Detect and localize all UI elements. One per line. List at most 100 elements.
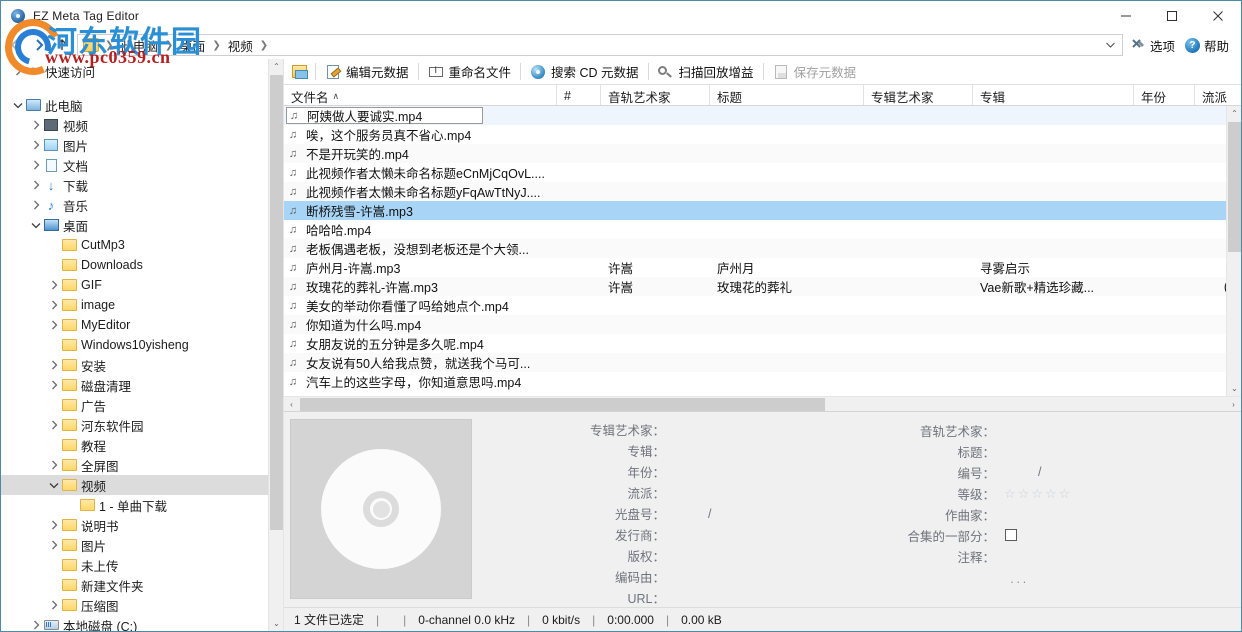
file-list-hscroll-thumb[interactable] — [300, 398, 825, 411]
tree-node-视频[interactable]: 视频 — [1, 115, 283, 135]
file-list-hscrollbar[interactable]: ‹ › — [284, 396, 1241, 411]
rename-file-button[interactable]: 重命名文件 — [425, 61, 515, 82]
options-button[interactable]: 选项 — [1127, 34, 1179, 57]
album-art-placeholder[interactable] — [290, 419, 472, 599]
chevron-right-icon[interactable] — [47, 300, 61, 310]
rename-input[interactable]: ♫阿姨做人要诚实.mp4 — [286, 107, 483, 124]
sidebar-scroll-thumb[interactable] — [270, 75, 283, 530]
chevron-down-icon[interactable] — [47, 482, 61, 489]
breadcrumb-item-2[interactable]: 视频 — [223, 36, 258, 55]
file-list-scroll-down-button[interactable]: ⌄ — [1227, 381, 1241, 396]
table-row[interactable]: ♫老板偶遇老板，没想到老板还是个大领... — [284, 239, 1241, 258]
close-button[interactable] — [1195, 1, 1241, 31]
table-row[interactable]: ♫哈哈哈.mp4 — [284, 220, 1241, 239]
chevron-right-icon[interactable] — [29, 140, 43, 150]
file-list-vscrollbar[interactable]: ⌃ ⌄ — [1226, 106, 1241, 396]
tree-node-image[interactable]: image — [1, 295, 283, 315]
chevron-right-icon[interactable] — [47, 420, 61, 430]
tree-node-说明书[interactable]: 说明书 — [1, 515, 283, 535]
file-list-scroll-left-button[interactable]: ‹ — [284, 397, 299, 412]
table-row[interactable]: ♫玫瑰花的葬礼-许嵩.mp3许嵩玫瑰花的葬礼Vae新歌+精选珍藏...(0) — [284, 277, 1241, 296]
tree-node-新建文件夹[interactable]: 新建文件夹 — [1, 575, 283, 595]
address-dropdown-icon[interactable] — [1102, 40, 1120, 50]
column-header-文件名[interactable]: 文件名∧ — [284, 85, 557, 105]
tree-node-CutMp3[interactable]: CutMp3 — [1, 235, 283, 255]
tree-node-磁盘清理[interactable]: 磁盘清理 — [1, 375, 283, 395]
rating-stars[interactable]: ☆☆☆☆☆ — [1000, 487, 1070, 500]
help-button[interactable]: ? 帮助 — [1181, 34, 1233, 57]
tree-node-Downloads[interactable]: Downloads — [1, 255, 283, 275]
tree-node-Windows10yisheng[interactable]: Windows10yisheng — [1, 335, 283, 355]
sidebar-scroll-up-button[interactable]: ⌃ — [269, 59, 284, 74]
breadcrumb-item-0[interactable]: 此电脑 — [115, 36, 163, 55]
search-cd-metadata-button[interactable]: 搜索 CD 元数据 — [527, 61, 642, 82]
metadata-value[interactable]: / — [1000, 465, 1041, 479]
tree-node-图片[interactable]: 图片 — [1, 535, 283, 555]
tree-node-图片[interactable]: 图片 — [1, 135, 283, 155]
more-fields-button[interactable]: ··· — [820, 567, 1070, 589]
tree-node-下载[interactable]: ↓下载 — [1, 175, 283, 195]
save-metadata-button[interactable]: 保存元数据 — [770, 61, 860, 82]
tree-node-河东软件园[interactable]: 河东软件园 — [1, 415, 283, 435]
tree-node-音乐[interactable]: ♪音乐 — [1, 195, 283, 215]
chevron-right-icon[interactable] — [29, 120, 43, 130]
breadcrumb-item-1[interactable]: 桌面 — [175, 36, 210, 55]
column-header-流派[interactable]: 流派 — [1195, 85, 1242, 105]
minimize-button[interactable] — [1103, 1, 1149, 31]
star-icon[interactable]: ☆ — [1018, 487, 1030, 500]
tree-node-文档[interactable]: 文档 — [1, 155, 283, 175]
tree-node-MyEditor[interactable]: MyEditor — [1, 315, 283, 335]
breadcrumb-folder-icon[interactable] — [83, 38, 99, 52]
column-header-年份[interactable]: 年份 — [1134, 85, 1195, 105]
chevron-down-icon[interactable] — [29, 222, 43, 229]
metadata-value[interactable]: / — [670, 507, 711, 521]
chevron-right-icon[interactable] — [29, 160, 43, 170]
table-row[interactable]: ♫你知道为什么吗.mp4 — [284, 315, 1241, 334]
chevron-down-icon[interactable] — [11, 102, 25, 109]
chevron-right-icon[interactable] — [47, 460, 61, 470]
tree-node-安装[interactable]: 安装 — [1, 355, 283, 375]
chevron-right-icon[interactable] — [47, 380, 61, 390]
table-row[interactable]: ♫断桥残雪-许嵩.mp3 — [284, 201, 1241, 220]
part-of-compilation-checkbox[interactable] — [1005, 529, 1017, 541]
table-row[interactable]: ♫此视频作者太懒未命名标题yFqAwTtNyJ.... — [284, 182, 1241, 201]
tree-node-此电脑[interactable]: 此电脑 — [1, 95, 283, 115]
table-row[interactable]: ♫汽车上的这些字母，你知道意思吗.mp4 — [284, 372, 1241, 391]
tree-node-1 - 单曲下载[interactable]: 1 - 单曲下载 — [1, 495, 283, 515]
table-row[interactable]: ♫此视频作者太懒未命名标题eCnMjCqOvL.... — [284, 163, 1241, 182]
table-row[interactable]: ♫唉，这个服务员真不省心.mp4 — [284, 125, 1241, 144]
tree-node-快速访问[interactable]: ★快速访问 — [1, 61, 283, 81]
scan-replay-gain-button[interactable]: 扫描回放增益 — [655, 61, 757, 82]
chevron-right-icon[interactable] — [29, 200, 43, 210]
chevron-right-icon[interactable] — [47, 540, 61, 550]
sidebar-scroll-down-button[interactable]: ⌄ — [269, 616, 284, 631]
chevron-right-icon[interactable] — [29, 180, 43, 190]
table-row[interactable]: ♫女友说有50人给我点赞，就送我个马可... — [284, 353, 1241, 372]
chevron-right-icon[interactable] — [47, 320, 61, 330]
forward-arrow-icon[interactable] — [27, 33, 51, 57]
maximize-button[interactable] — [1149, 1, 1195, 31]
column-header-专辑艺术家[interactable]: 专辑艺术家 — [864, 85, 973, 105]
chevron-right-icon[interactable] — [47, 360, 61, 370]
edit-metadata-button[interactable]: 编辑元数据 — [322, 61, 412, 82]
star-icon[interactable]: ☆ — [1059, 487, 1071, 500]
chevron-right-icon[interactable] — [11, 66, 25, 76]
address-bar[interactable]: ❯ 此电脑 ❯ 桌面 ❯ 视频 ❯ — [77, 34, 1123, 56]
back-arrow-icon[interactable] — [3, 33, 27, 57]
tree-node-视频[interactable]: 视频 — [1, 475, 283, 495]
tree-node-GIF[interactable]: GIF — [1, 275, 283, 295]
chevron-right-icon[interactable] — [47, 520, 61, 530]
star-icon[interactable]: ☆ — [1045, 487, 1057, 500]
tree-node-全屏图[interactable]: 全屏图 — [1, 455, 283, 475]
sidebar-scrollbar[interactable]: ⌃ ⌄ — [268, 59, 283, 631]
open-folder-icon[interactable] — [289, 63, 309, 81]
chevron-right-icon[interactable] — [47, 600, 61, 610]
column-header-音轨艺术家[interactable]: 音轨艺术家 — [601, 85, 710, 105]
star-icon[interactable]: ☆ — [1004, 487, 1016, 500]
file-list-scroll-thumb[interactable] — [1228, 122, 1241, 252]
file-list-scroll-right-button[interactable]: › — [1226, 397, 1241, 412]
tree-node-桌面[interactable]: 桌面 — [1, 215, 283, 235]
column-header-标题[interactable]: 标题 — [710, 85, 864, 105]
column-header-专辑[interactable]: 专辑 — [973, 85, 1134, 105]
tree-node-本地磁盘 (C:)[interactable]: 本地磁盘 (C:) — [1, 615, 283, 631]
